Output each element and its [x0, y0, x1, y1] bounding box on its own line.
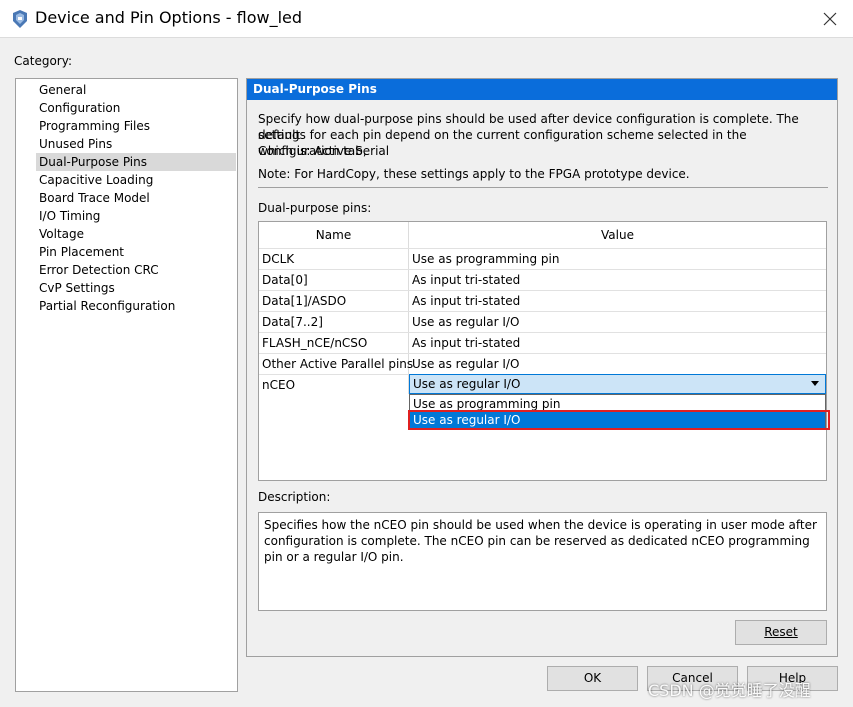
ok-button[interactable]: OK — [547, 666, 638, 691]
pin-name: Data[1]/ASDO — [262, 294, 347, 308]
pins-label: Dual-purpose pins: — [258, 201, 372, 215]
pin-value[interactable]: Use as programming pin — [412, 249, 560, 269]
category-item-capacitive-loading[interactable]: Capacitive Loading — [36, 171, 153, 189]
panel-header: Dual-Purpose Pins — [247, 79, 837, 100]
pin-name: FLASH_nCE/nCSO — [262, 336, 368, 350]
category-list[interactable]: General Configuration Programming Files … — [15, 78, 238, 692]
intro-line-3: which is: Active Serial — [258, 144, 390, 158]
chevron-down-icon[interactable] — [811, 381, 819, 386]
table-row[interactable]: DCLK Use as programming pin — [259, 248, 826, 269]
pin-value[interactable]: Use as regular I/O — [412, 312, 519, 332]
nceo-value-combobox[interactable]: Use as regular I/O — [409, 374, 826, 394]
column-header-value[interactable]: Value — [409, 222, 826, 248]
column-header-name[interactable]: Name — [259, 222, 408, 248]
pin-value[interactable]: Use as regular I/O — [412, 354, 519, 374]
category-item-unused-pins[interactable]: Unused Pins — [36, 135, 112, 153]
pin-value[interactable]: As input tri-stated — [412, 291, 520, 311]
description-box: Specifies how the nCEO pin should be use… — [258, 512, 827, 611]
table-row[interactable]: Other Active Parallel pins Use as regula… — [259, 353, 826, 374]
window-title: Device and Pin Options - flow_led — [35, 8, 303, 27]
category-item-io-timing[interactable]: I/O Timing — [36, 207, 100, 225]
hardcopy-note: Note: For HardCopy, these settings apply… — [258, 167, 690, 181]
pins-table[interactable]: Name Value DCLK Use as programming pin D… — [258, 221, 827, 481]
category-item-voltage[interactable]: Voltage — [36, 225, 84, 243]
highlight-annotation — [408, 410, 830, 430]
quartus-app-icon — [13, 10, 27, 28]
combobox-value: Use as regular I/O — [413, 377, 521, 391]
category-item-programming-files[interactable]: Programming Files — [36, 117, 150, 135]
category-item-general[interactable]: General — [36, 81, 86, 99]
reset-button[interactable]: Reset — [735, 620, 827, 645]
dual-purpose-pins-panel: Dual-Purpose Pins Specify how dual-purpo… — [246, 78, 838, 657]
table-row[interactable]: Data[0] As input tri-stated — [259, 269, 826, 290]
pin-name: Data[7..2] — [262, 315, 323, 329]
category-item-error-detection-crc[interactable]: Error Detection CRC — [36, 261, 159, 279]
watermark: CSDN @觉觉睡了没醒 — [648, 681, 811, 700]
category-item-pin-placement[interactable]: Pin Placement — [36, 243, 124, 261]
reset-label: Reset — [764, 625, 798, 639]
title-bar: Device and Pin Options - flow_led — [0, 0, 853, 38]
close-icon — [823, 12, 837, 26]
category-item-cvp-settings[interactable]: CvP Settings — [36, 279, 115, 297]
separator — [258, 187, 828, 188]
category-item-board-trace-model[interactable]: Board Trace Model — [36, 189, 150, 207]
pin-value[interactable]: As input tri-stated — [412, 270, 520, 290]
table-row[interactable]: FLASH_nCE/nCSO As input tri-stated — [259, 332, 826, 353]
category-item-partial-reconfiguration[interactable]: Partial Reconfiguration — [36, 297, 175, 315]
pin-name: nCEO — [262, 378, 296, 392]
pin-name: Other Active Parallel pins — [262, 357, 414, 371]
description-label: Description: — [258, 490, 331, 504]
category-label: Category: — [14, 54, 72, 68]
category-item-configuration[interactable]: Configuration — [36, 99, 120, 117]
table-row[interactable]: Data[1]/ASDO As input tri-stated — [259, 290, 826, 311]
pin-name: Data[0] — [262, 273, 308, 287]
category-item-dual-purpose-pins[interactable]: Dual-Purpose Pins — [36, 153, 236, 171]
pin-name: DCLK — [262, 252, 295, 266]
table-row[interactable]: Data[7..2] Use as regular I/O — [259, 311, 826, 332]
close-button[interactable] — [807, 0, 853, 38]
pin-value[interactable]: As input tri-stated — [412, 333, 520, 353]
